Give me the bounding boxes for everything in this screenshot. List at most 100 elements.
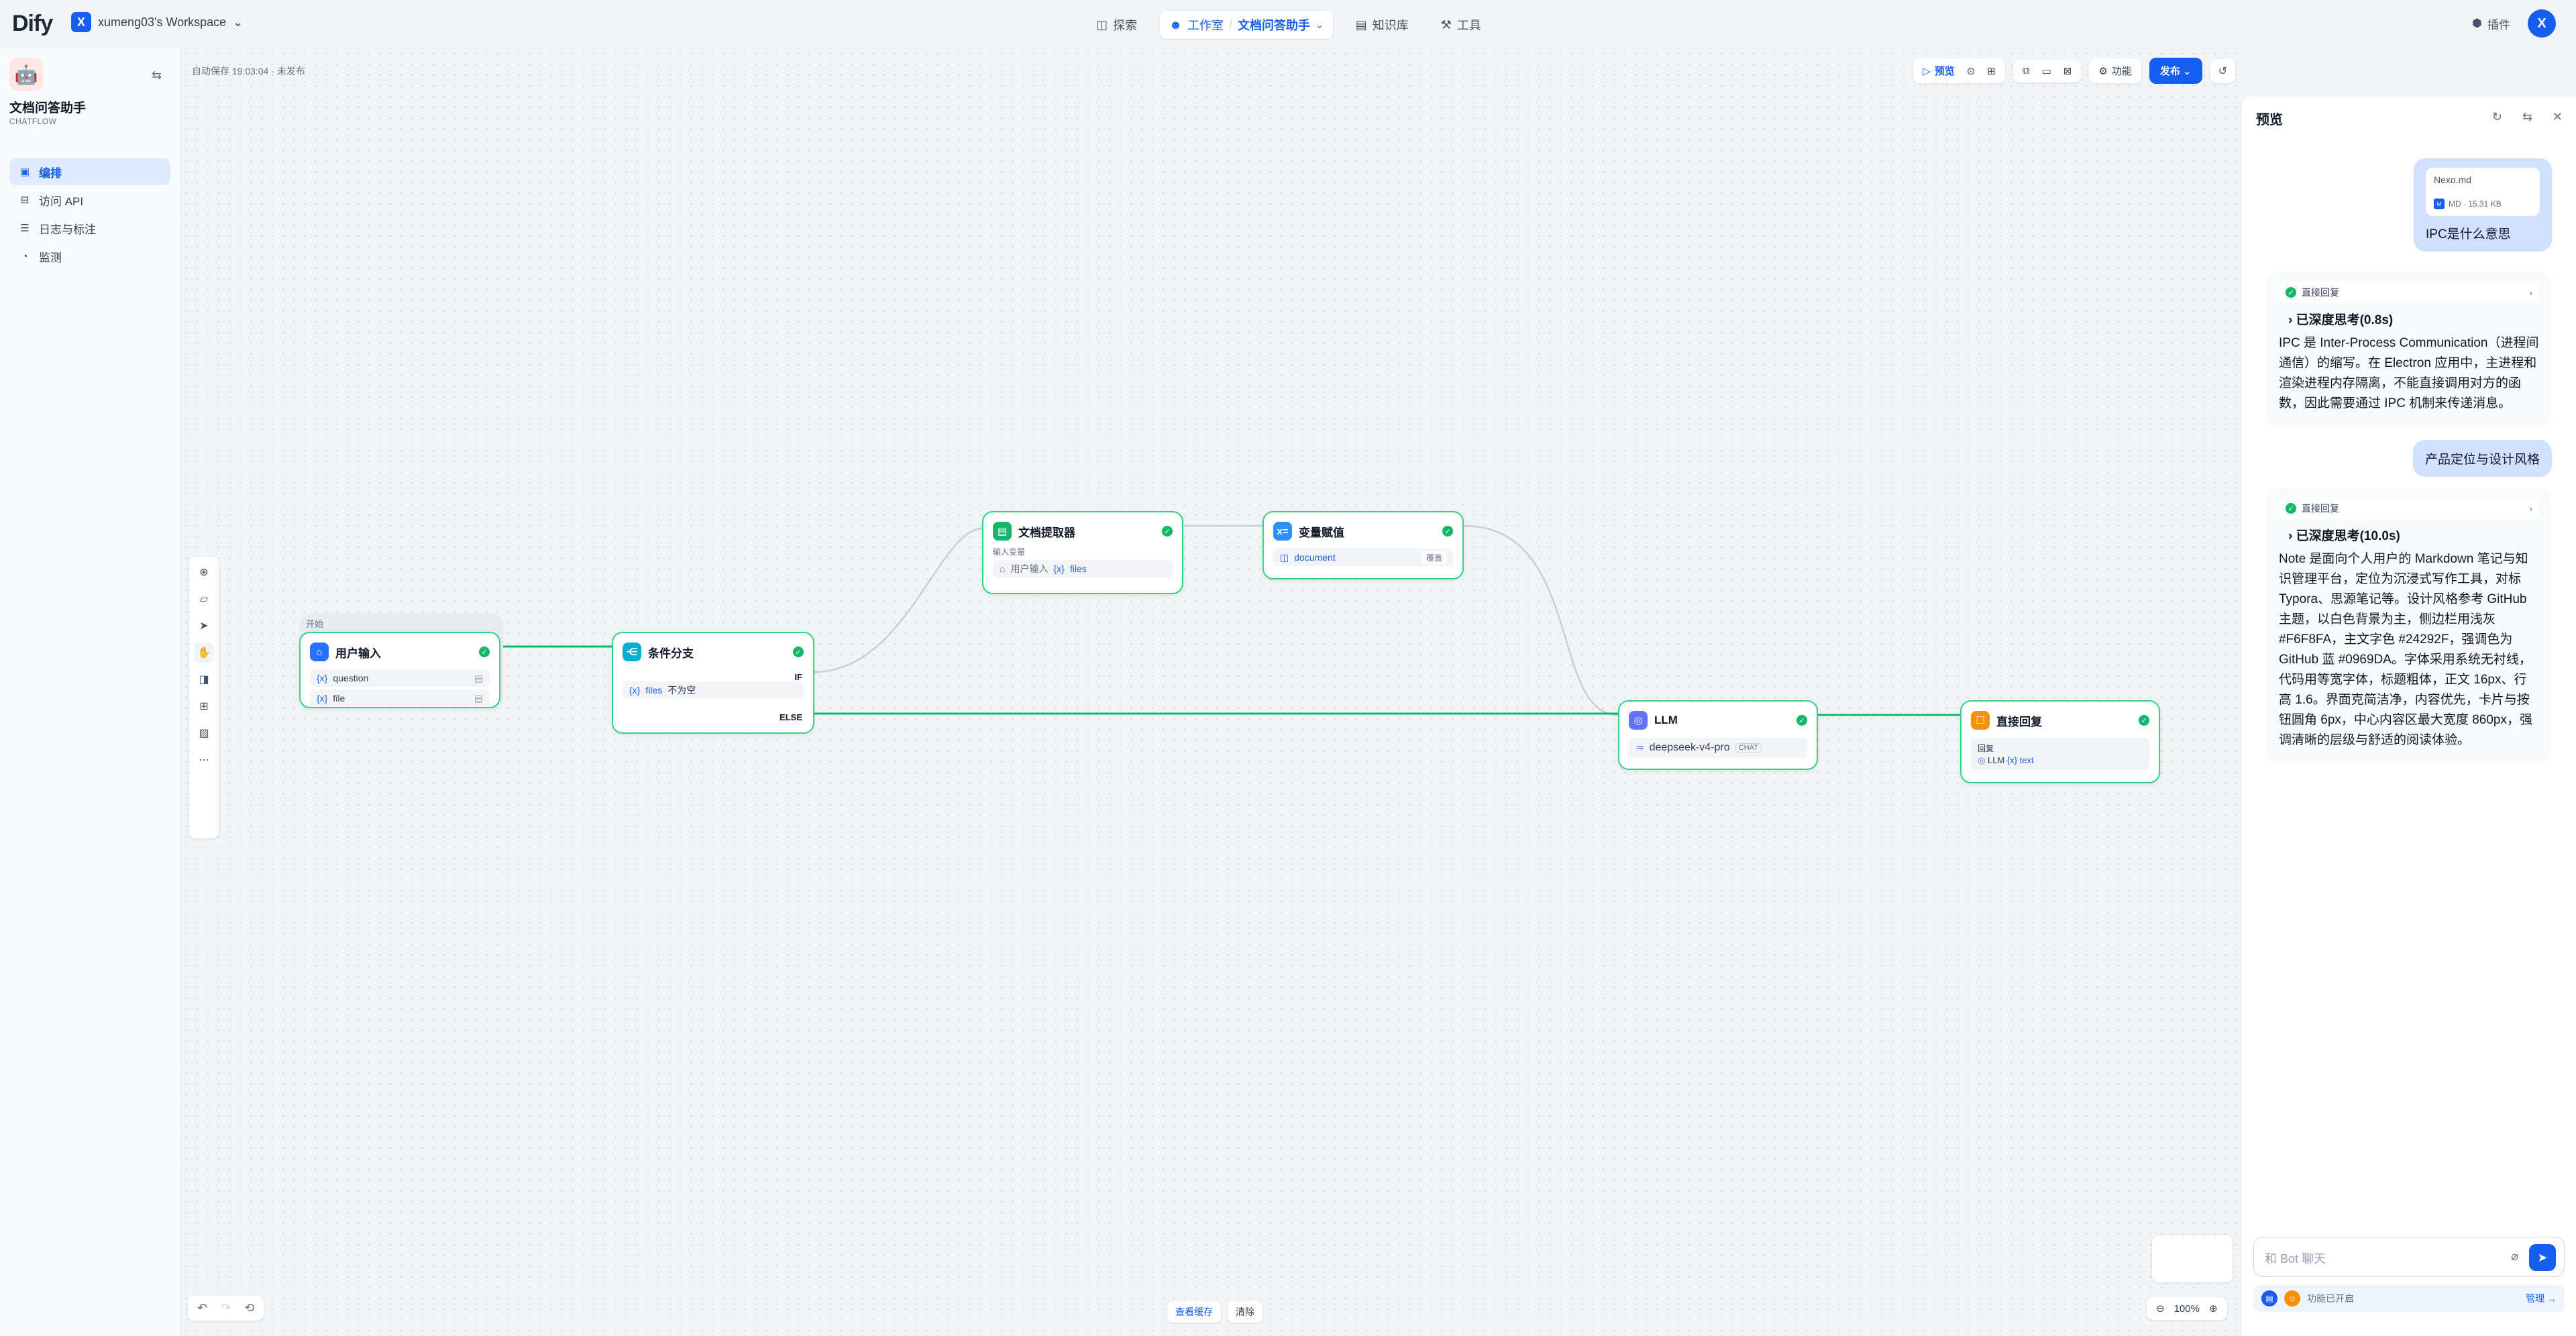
undo-icon[interactable]: ↶ bbox=[197, 1301, 207, 1315]
pointer-icon[interactable]: ➤ bbox=[194, 616, 214, 636]
doc-input-var: ⌂ 用户输入 {x} files bbox=[993, 560, 1173, 577]
redo-icon[interactable]: ↷ bbox=[221, 1301, 231, 1315]
history-icon[interactable]: ⟲ bbox=[244, 1301, 254, 1315]
current-app-selector[interactable]: 文档问答助手 bbox=[1238, 16, 1310, 34]
collapse-sidebar-icon[interactable]: ⇆ bbox=[152, 68, 162, 82]
success-check-icon: ✓ bbox=[1442, 526, 1453, 537]
send-button[interactable]: ➤ bbox=[2529, 1244, 2556, 1271]
explore-icon: ◫ bbox=[1096, 17, 1108, 32]
export-image-icon[interactable]: ▨ bbox=[194, 723, 214, 743]
manage-features-link[interactable]: 管理 → bbox=[2526, 1292, 2557, 1305]
workspace-name: xumeng03's Workspace bbox=[98, 15, 227, 29]
chat-input-placeholder: 和 Bot 聊天 bbox=[2265, 1252, 2326, 1266]
llm-small-icon: ◎ bbox=[1978, 755, 1986, 765]
nav-tools-label: 工具 bbox=[1456, 19, 1481, 32]
input-var: files bbox=[1069, 563, 1087, 574]
status-label: 直接回复 bbox=[2302, 287, 2339, 298]
variable-icon: {x} bbox=[629, 685, 641, 695]
chevron-right-icon: › bbox=[2288, 313, 2293, 327]
assigner-target: ◫ document 覆盖 bbox=[1273, 549, 1453, 566]
answer-sub-label: 回复 bbox=[1978, 743, 1994, 753]
hand-icon[interactable]: ✋ bbox=[194, 643, 214, 663]
plugins-button[interactable]: ⬢ 插件 bbox=[2472, 15, 2510, 32]
node-answer[interactable]: ☐ 直接回复 ✓ 回复 ◎ LLM {x} text bbox=[1960, 700, 2160, 783]
answer-ref: ◎ LLM {x} text bbox=[1978, 755, 2034, 766]
top-right-actions: ⬢ 插件 X bbox=[2472, 9, 2556, 38]
workspace-switcher[interactable]: X xumeng03's Workspace ⌄ bbox=[71, 12, 243, 32]
user-avatar[interactable]: X bbox=[2528, 9, 2556, 38]
attach-icon[interactable]: ⌀ bbox=[2511, 1249, 2518, 1264]
model-name: deepseek-v4-pro bbox=[1649, 742, 1730, 753]
edge-assigner-llm bbox=[1463, 524, 1619, 716]
variable-icon: {x} bbox=[2006, 755, 2018, 765]
variables-icon[interactable]: ⇆ bbox=[2522, 110, 2532, 124]
clear-cache-button[interactable]: 清除 bbox=[1228, 1301, 1263, 1323]
restart-icon[interactable]: ↻ bbox=[2492, 110, 2502, 124]
success-check-icon: ✓ bbox=[479, 647, 490, 657]
more-icon[interactable]: ⋯ bbox=[194, 750, 214, 770]
app-sidebar: 🤖 ⇆ 文档问答助手 CHATFLOW ▣ 编排 ⊟ 访问 API ☰ 日志与标… bbox=[0, 48, 181, 1336]
sidebar-item-orchestrate[interactable]: ▣ 编排 bbox=[9, 158, 170, 185]
add-note-icon[interactable]: ▱ bbox=[194, 589, 214, 609]
llm-icon: ◎ bbox=[1629, 711, 1648, 730]
sidebar-item-api[interactable]: ⊟ 访问 API bbox=[9, 186, 170, 213]
workspace-badge: X bbox=[71, 12, 91, 32]
node-variable-assigner[interactable]: x= 变量赋值 ✓ ◫ document 覆盖 bbox=[1263, 511, 1464, 579]
user-message-text: IPC是什么意思 bbox=[2426, 227, 2511, 241]
input-source: 用户输入 bbox=[1010, 563, 1049, 574]
sidebar-item-monitor[interactable]: ◔ 监测 bbox=[9, 243, 170, 270]
if-label: IF bbox=[794, 672, 802, 682]
zoom-out-icon[interactable]: ⊖ bbox=[2156, 1302, 2165, 1315]
answer-content: 回复 ◎ LLM {x} text bbox=[1971, 738, 2149, 770]
features-enabled-label: 功能已开启 bbox=[2307, 1293, 2354, 1304]
thinking-toggle[interactable]: › 已深度思考(10.0s) bbox=[2288, 526, 2539, 544]
user-message: Nexo.md M MD · 15.31 KB IPC是什么意思 bbox=[2414, 158, 2552, 252]
success-check-icon: ✓ bbox=[2286, 287, 2296, 298]
close-icon[interactable]: ✕ bbox=[2553, 110, 2563, 124]
node-user-input[interactable]: ⌂ 用户输入 ✓ {x} question ▤ {x} file ▤ bbox=[299, 632, 500, 708]
home-icon: ⌂ bbox=[1000, 563, 1006, 574]
user-message: 产品定位与设计风格 bbox=[2412, 440, 2552, 477]
sidebar-menu: ▣ 编排 ⊟ 访问 API ☰ 日志与标注 ◔ 监测 bbox=[9, 158, 170, 271]
file-meta-row: M MD · 15.31 KB bbox=[2434, 199, 2532, 209]
success-check-icon: ✓ bbox=[1796, 715, 1807, 726]
cache-actions: 查看缓存 清除 bbox=[1167, 1301, 1263, 1323]
chat-preview-panel: 预览 ↻ ⇆ ✕ Nexo.md M MD · 15.31 KB IPC是什么意… bbox=[2241, 97, 2576, 1336]
dify-logo[interactable]: Dify bbox=[12, 11, 53, 37]
nav-explore[interactable]: ◫ 探索 bbox=[1087, 11, 1146, 39]
doc-extract-icon: ▤ bbox=[993, 522, 1012, 541]
features-bar: ▤ ☺ 功能已开启 管理 → bbox=[2253, 1285, 2565, 1312]
minimap[interactable] bbox=[2152, 1235, 2233, 1282]
nav-tools[interactable]: ⚒ 工具 bbox=[1432, 11, 1491, 39]
comment-icon[interactable]: ◨ bbox=[194, 669, 214, 689]
chevron-right-icon: › bbox=[2529, 503, 2532, 514]
zoom-level[interactable]: 100% bbox=[2174, 1303, 2200, 1315]
variable-icon: {x} bbox=[317, 693, 328, 704]
node-doc-extractor[interactable]: ▤ 文档提取器 ✓ 输入变量 ⌂ 用户输入 {x} files bbox=[982, 511, 1183, 594]
file-name: Nexo.md bbox=[2434, 174, 2472, 185]
organize-icon[interactable]: ⊞ bbox=[194, 696, 214, 716]
user-message-text: 产品定位与设计风格 bbox=[2424, 453, 2540, 467]
edge-ifelse-docextract bbox=[814, 527, 983, 673]
plugin-icon: ⬢ bbox=[2472, 17, 2482, 30]
chat-input-box[interactable]: 和 Bot 聊天 ⌀ ➤ bbox=[2253, 1237, 2565, 1277]
node-llm[interactable]: ◎ LLM ✓ ♒ deepseek-v4-pro CHAT bbox=[1618, 700, 1818, 770]
attached-file-card[interactable]: Nexo.md M MD · 15.31 KB bbox=[2426, 168, 2540, 216]
workflow-status-bar[interactable]: ✓ 直接回复 › bbox=[2279, 282, 2539, 303]
thinking-toggle[interactable]: › 已深度思考(0.8s) bbox=[2288, 310, 2539, 328]
branch-icon: ⋲ bbox=[623, 643, 641, 661]
start-var-question: {x} question ▤ bbox=[310, 669, 490, 687]
workflow-canvas[interactable]: 自动保存 19:03:04 · 未发布 ▷ 预览 ⊙ ⊞ ⧉ ▭ ⊠ ⚙ 功能 … bbox=[181, 48, 2241, 1336]
assigner-icon: x= bbox=[1273, 522, 1292, 541]
bot-message-text: Note 是面向个人用户的 Markdown 笔记与知识管理平台，定位为沉浸式写… bbox=[2279, 552, 2532, 747]
view-cache-button[interactable]: 查看缓存 bbox=[1167, 1301, 1221, 1323]
nav-studio[interactable]: ☻ 工作室 / 文档问答助手 ⌄ bbox=[1160, 11, 1333, 39]
sidebar-item-logs[interactable]: ☰ 日志与标注 bbox=[9, 215, 170, 241]
add-node-icon[interactable]: ⊕ bbox=[194, 562, 214, 582]
node-if-else[interactable]: ⋲ 条件分支 ✓ IF {x} files 不为空 ELSE bbox=[612, 632, 814, 734]
nav-knowledge[interactable]: ▤ 知识库 bbox=[1346, 11, 1418, 39]
text-type-icon: ▤ bbox=[474, 672, 483, 683]
zoom-in-icon[interactable]: ⊕ bbox=[2209, 1302, 2218, 1315]
thinking-label: 已深度思考(10.0s) bbox=[2296, 529, 2400, 543]
workflow-status-bar[interactable]: ✓ 直接回复 › bbox=[2279, 498, 2539, 519]
